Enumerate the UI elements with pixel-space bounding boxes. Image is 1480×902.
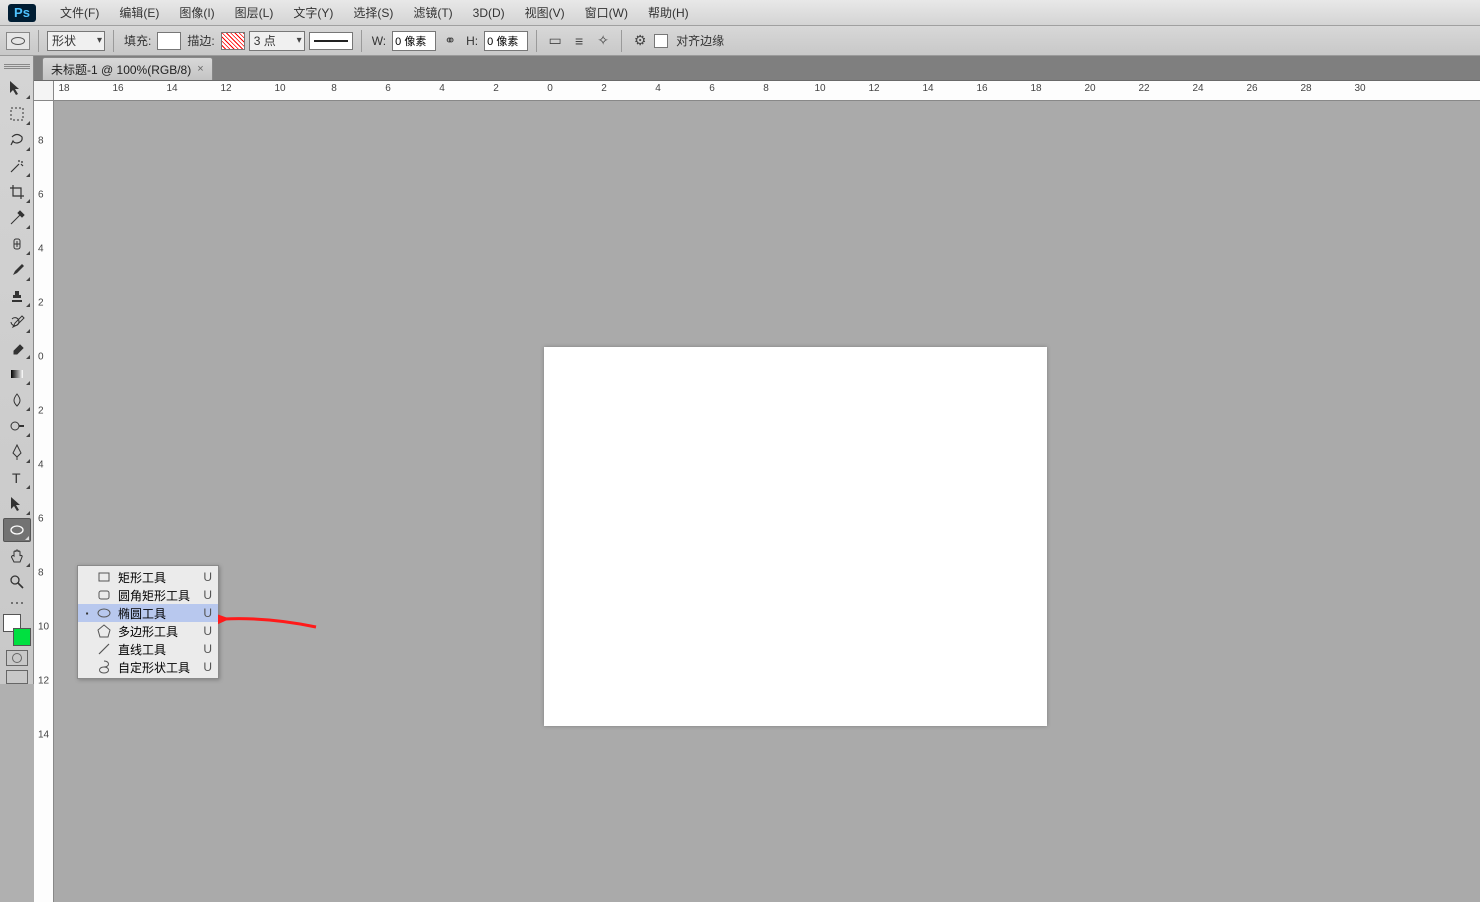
menu-type[interactable]: 文字(Y): [283, 4, 343, 21]
svg-text:T: T: [12, 470, 21, 486]
active-dot-icon: ▪: [84, 609, 90, 618]
rect-icon: [96, 569, 112, 585]
brush-tool[interactable]: [3, 258, 31, 282]
flyout-item-shortcut: U: [200, 606, 212, 620]
link-icon[interactable]: ⚭: [440, 31, 460, 51]
stroke-label: 描边:: [185, 32, 216, 49]
ellipse-icon: [96, 605, 112, 621]
flyout-item-custom[interactable]: 自定形状工具 U: [78, 658, 218, 676]
menu-3d[interactable]: 3D(D): [463, 6, 515, 20]
zoom-tool[interactable]: [3, 570, 31, 594]
flyout-item-poly[interactable]: 多边形工具 U: [78, 622, 218, 640]
pen-tool[interactable]: [3, 440, 31, 464]
path-combine-icon[interactable]: ▭: [545, 31, 565, 51]
flyout-item-label: 自定形状工具: [118, 659, 194, 676]
workspace: 1816141210864202468101214161820222426283…: [34, 81, 1480, 902]
flyout-item-line[interactable]: 直线工具 U: [78, 640, 218, 658]
background-color[interactable]: [13, 628, 31, 646]
flyout-item-label: 椭圆工具: [118, 605, 194, 622]
stroke-size-select[interactable]: 3 点: [249, 31, 305, 51]
edit-toolbar[interactable]: [3, 596, 31, 610]
color-swatches[interactable]: [3, 614, 31, 646]
fill-swatch[interactable]: [157, 32, 181, 50]
lasso-tool[interactable]: [3, 128, 31, 152]
line-icon: [96, 641, 112, 657]
ruler-horizontal[interactable]: 1816141210864202468101214161820222426283…: [54, 81, 1480, 101]
marquee-tool[interactable]: [3, 102, 31, 126]
eraser-tool[interactable]: [3, 336, 31, 360]
fill-label: 填充:: [122, 32, 153, 49]
menu-image[interactable]: 图像(I): [169, 4, 224, 21]
shape-tool[interactable]: [3, 518, 31, 542]
document-tab[interactable]: 未标题-1 @ 100%(RGB/8) ×: [42, 57, 213, 80]
align-edges-label: 对齐边缘: [674, 32, 726, 49]
height-input[interactable]: [484, 31, 528, 51]
path-align-icon[interactable]: ≡: [569, 31, 589, 51]
tool-mode-select[interactable]: 形状: [47, 31, 105, 51]
rrect-icon: [96, 587, 112, 603]
history-brush-tool[interactable]: [3, 310, 31, 334]
shape-tool-flyout: 矩形工具 U 圆角矩形工具 U ▪ 椭圆工具 U 多边形工具 U 直线工具 U 自定形状工具 U: [77, 565, 219, 679]
width-label: W:: [370, 34, 388, 48]
dodge-tool[interactable]: [3, 414, 31, 438]
menu-view[interactable]: 视图(V): [515, 4, 575, 21]
menu-layer[interactable]: 图层(L): [225, 4, 284, 21]
menu-file[interactable]: 文件(F): [50, 4, 109, 21]
type-tool[interactable]: T: [3, 466, 31, 490]
app-logo: Ps: [8, 4, 36, 22]
canvas-area[interactable]: [54, 101, 1480, 902]
blur-tool[interactable]: [3, 388, 31, 412]
path-arrange-icon[interactable]: ✧: [593, 31, 613, 51]
crop-tool[interactable]: [3, 180, 31, 204]
poly-icon: [96, 623, 112, 639]
toolbox: T: [0, 56, 34, 684]
menu-edit[interactable]: 编辑(E): [109, 4, 169, 21]
menu-filter[interactable]: 滤镜(T): [403, 4, 462, 21]
wand-tool[interactable]: [3, 154, 31, 178]
menu-bar: Ps 文件(F) 编辑(E) 图像(I) 图层(L) 文字(Y) 选择(S) 滤…: [0, 0, 1480, 26]
custom-icon: [96, 659, 112, 675]
heal-tool[interactable]: [3, 232, 31, 256]
flyout-item-label: 多边形工具: [118, 623, 194, 640]
flyout-item-shortcut: U: [200, 570, 212, 584]
ruler-vertical[interactable]: 864202468101214: [34, 101, 54, 902]
move-tool[interactable]: [3, 76, 31, 100]
document-tab-title: 未标题-1 @ 100%(RGB/8): [51, 61, 191, 78]
flyout-item-rect[interactable]: 矩形工具 U: [78, 568, 218, 586]
width-input[interactable]: [392, 31, 436, 51]
gear-icon[interactable]: ⚙: [630, 31, 650, 51]
flyout-item-label: 圆角矩形工具: [118, 587, 194, 604]
quick-mask-icon[interactable]: [6, 650, 28, 666]
menu-window[interactable]: 窗口(W): [575, 4, 638, 21]
flyout-item-shortcut: U: [200, 588, 212, 602]
options-bar: 形状 填充: 描边: 3 点 W: ⚭ H: ▭ ≡ ✧ ⚙ 对齐边缘: [0, 26, 1480, 56]
flyout-item-shortcut: U: [200, 660, 212, 674]
flyout-item-shortcut: U: [200, 642, 212, 656]
ellipse-icon[interactable]: [6, 32, 30, 50]
hand-tool[interactable]: [3, 544, 31, 568]
flyout-item-ellipse[interactable]: ▪ 椭圆工具 U: [78, 604, 218, 622]
path-select-tool[interactable]: [3, 492, 31, 516]
height-label: H:: [464, 34, 480, 48]
gradient-tool[interactable]: [3, 362, 31, 386]
stroke-style-select[interactable]: [309, 32, 353, 50]
close-icon[interactable]: ×: [197, 63, 203, 75]
eyedropper-tool[interactable]: [3, 206, 31, 230]
menu-select[interactable]: 选择(S): [343, 4, 403, 21]
document-tab-bar: 未标题-1 @ 100%(RGB/8) ×: [0, 56, 1480, 81]
ruler-origin[interactable]: [34, 81, 54, 101]
flyout-item-label: 直线工具: [118, 641, 194, 658]
screen-mode-icon[interactable]: [6, 670, 28, 684]
menu-help[interactable]: 帮助(H): [638, 4, 699, 21]
flyout-item-shortcut: U: [200, 624, 212, 638]
align-edges-checkbox[interactable]: [654, 34, 668, 48]
toolbox-handle[interactable]: [2, 60, 32, 72]
stamp-tool[interactable]: [3, 284, 31, 308]
flyout-item-rrect[interactable]: 圆角矩形工具 U: [78, 586, 218, 604]
canvas[interactable]: [544, 347, 1047, 726]
stroke-swatch[interactable]: [221, 32, 245, 50]
flyout-item-label: 矩形工具: [118, 569, 194, 586]
